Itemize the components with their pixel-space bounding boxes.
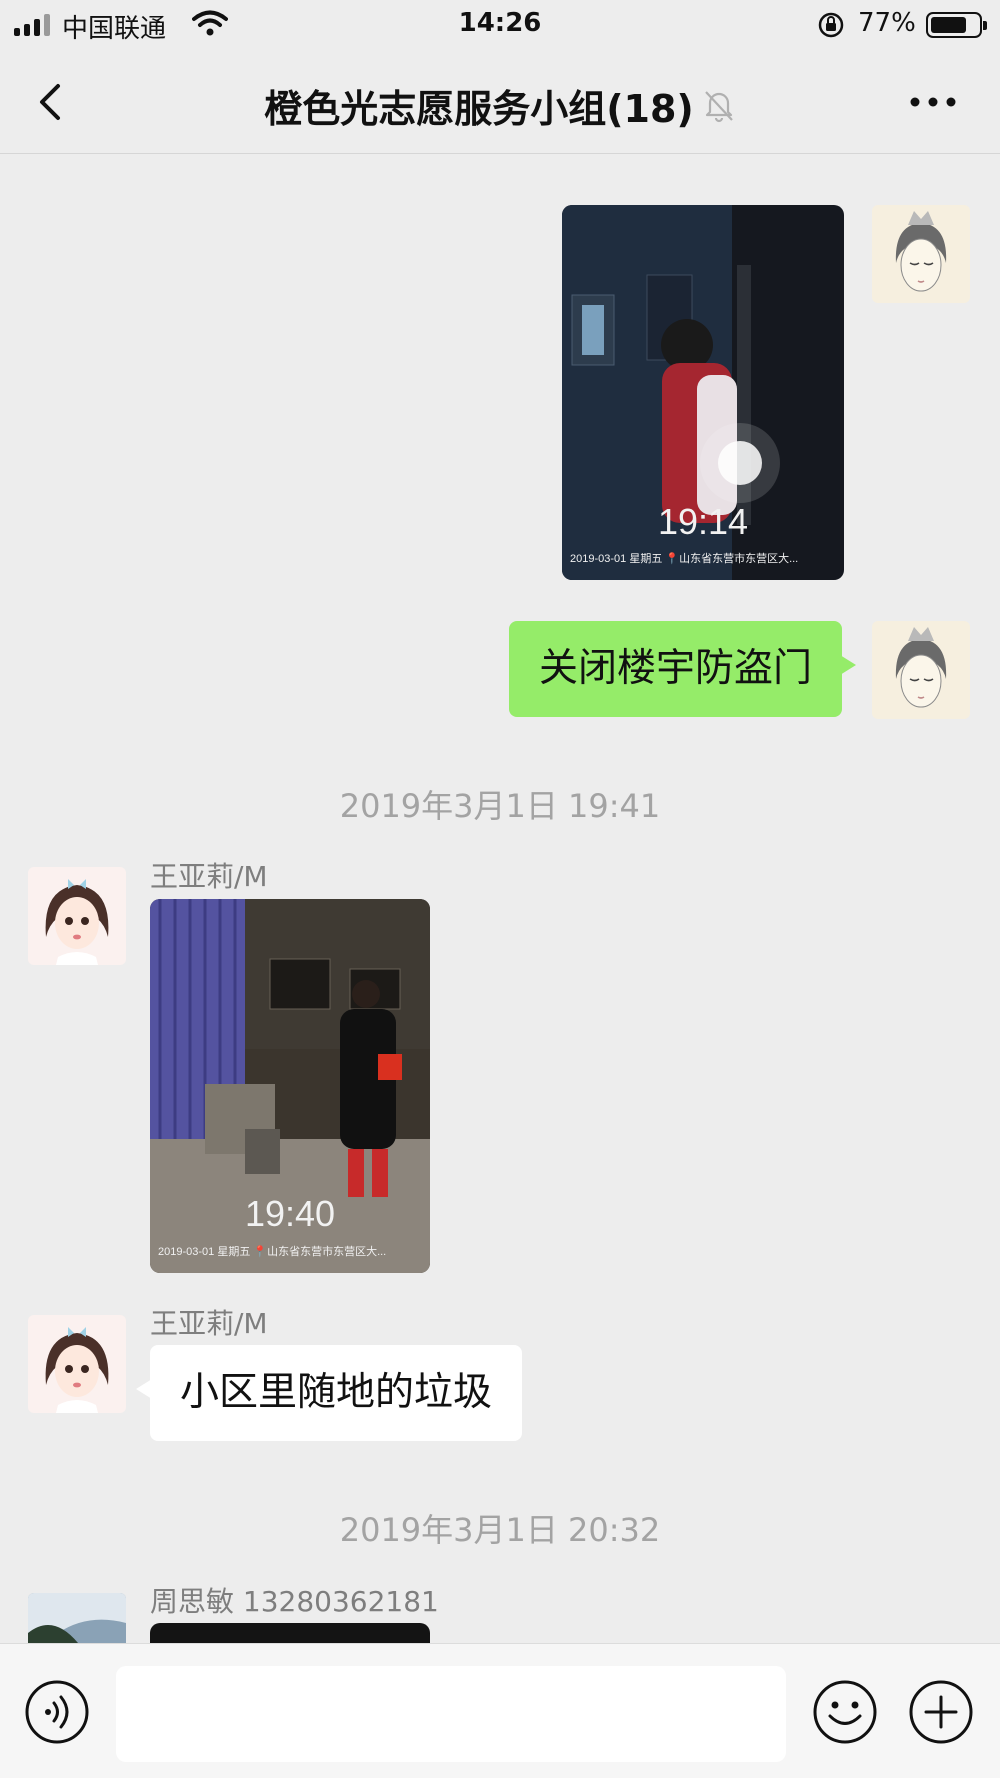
rotation-lock-icon: [818, 12, 844, 38]
photo-time-stamp: 19:40: [244, 1193, 336, 1234]
member-avatar[interactable]: [28, 867, 126, 965]
sender-name: 周思敏 13280362181: [150, 1585, 439, 1618]
chat-title-area: 橙色光志愿服务小组(18): [0, 78, 1000, 133]
message-list[interactable]: 19:14 2019-03-01 星期五 📍山东省东营市东营区大... 关闭楼宇…: [0, 155, 1000, 1643]
clock: 14:26: [458, 8, 542, 38]
photo-partial: [150, 1623, 430, 1643]
voice-input-button[interactable]: [24, 1679, 90, 1745]
photo-info-stamp: 2019-03-01 星期五 📍山东省东营市东营区大...: [570, 553, 799, 565]
my-avatar[interactable]: [872, 205, 970, 303]
chat-title: 橙色光志愿服务小组(18): [264, 87, 694, 131]
status-bar: 中国联通 14:26 77%: [0, 0, 1000, 50]
photo-info-stamp: 2019-03-01 星期五 📍山东省东营市东营区大...: [158, 1246, 387, 1258]
emoji-button[interactable]: [812, 1679, 878, 1745]
battery-percent: 77%: [858, 8, 916, 38]
image-message[interactable]: 19:14 2019-03-01 星期五 📍山东省东营市东营区大...: [562, 205, 844, 580]
bell-off-icon: [705, 90, 733, 122]
member-avatar[interactable]: [28, 1315, 126, 1413]
member-avatar[interactable]: [28, 1593, 126, 1643]
more-options-button[interactable]: [908, 90, 958, 114]
text-message[interactable]: 关闭楼宇防盗门: [508, 621, 857, 717]
text-message[interactable]: 小区里随地的垃圾: [135, 1345, 523, 1441]
image-message[interactable]: [150, 1623, 430, 1643]
image-message[interactable]: 19:40 2019-03-01 星期五 📍山东省东营市东营区大...: [150, 899, 430, 1273]
photo-time-stamp: 19:14: [657, 501, 749, 542]
time-divider: 2019年3月1日 20:32: [339, 1511, 661, 1549]
my-avatar[interactable]: [872, 621, 970, 719]
message-input[interactable]: [116, 1666, 786, 1762]
input-bar: [0, 1643, 1000, 1778]
chat-header: 橙色光志愿服务小组(18): [0, 50, 1000, 154]
time-divider: 2019年3月1日 19:41: [339, 787, 661, 825]
battery-icon: [926, 12, 987, 38]
sender-name: 王亚莉/M: [150, 1307, 268, 1340]
sender-name: 王亚莉/M: [150, 860, 268, 893]
plus-button[interactable]: [908, 1679, 974, 1745]
